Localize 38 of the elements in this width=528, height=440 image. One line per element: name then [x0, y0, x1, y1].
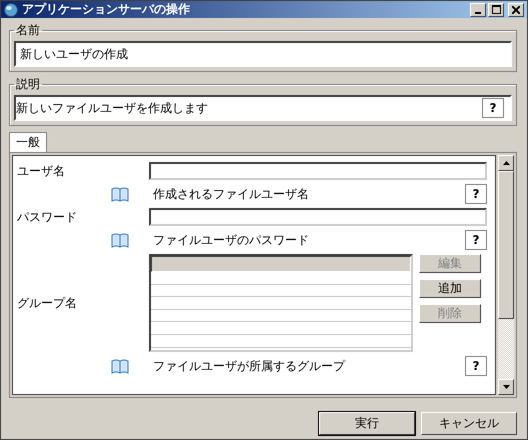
hint-text: ファイルユーザが所属するグループ [153, 358, 346, 374]
tab[interactable]: 一般 [9, 132, 47, 152]
book-icon [111, 232, 129, 248]
description-text: 新しいファイルユーザを作成します [16, 100, 209, 116]
scroll-up-button[interactable] [498, 155, 514, 171]
book-icon [111, 186, 129, 202]
close-button[interactable] [508, 2, 524, 16]
globe-icon [4, 2, 18, 16]
up-arrow-icon [502, 161, 510, 165]
description-field[interactable]: 新しいファイルユーザを作成します ? [14, 95, 512, 121]
window-title: アプリケーションサーバの操作 [22, 1, 191, 18]
name-field[interactable]: 新しいユーザの作成 [14, 41, 512, 67]
field-label: グループ名 [17, 294, 78, 312]
help-button[interactable]: ? [482, 98, 504, 118]
input-field[interactable] [149, 208, 487, 226]
hint-text: 作成されるファイルユーザ名 [153, 186, 310, 202]
vertical-scrollbar[interactable] [498, 155, 514, 395]
input-field[interactable] [149, 162, 487, 180]
dialog-button[interactable]: キャンセル [421, 412, 517, 435]
down-arrow-icon [502, 385, 510, 389]
book-icon [111, 358, 129, 374]
help-button[interactable]: ? [465, 230, 487, 250]
minimize-button[interactable] [470, 2, 486, 16]
field-label: ユーザ名 [17, 162, 66, 180]
dialog-button[interactable]: 実行 [319, 412, 415, 435]
scroll-thumb[interactable] [498, 171, 514, 319]
field-label: パスワード [17, 208, 78, 226]
maximize-button[interactable] [488, 2, 504, 16]
help-button[interactable]: ? [465, 356, 487, 376]
help-button[interactable]: ? [465, 184, 487, 204]
close-icon [512, 6, 520, 14]
maximize-icon [492, 5, 500, 14]
group-label: 説明 [15, 76, 41, 93]
group-label: 名前 [15, 22, 41, 39]
hint-text: ファイルユーザのパスワード [153, 232, 310, 248]
minimize-icon [475, 12, 481, 14]
list-action-button[interactable]: 追加 [419, 279, 481, 298]
scroll-down-button[interactable] [498, 379, 514, 395]
